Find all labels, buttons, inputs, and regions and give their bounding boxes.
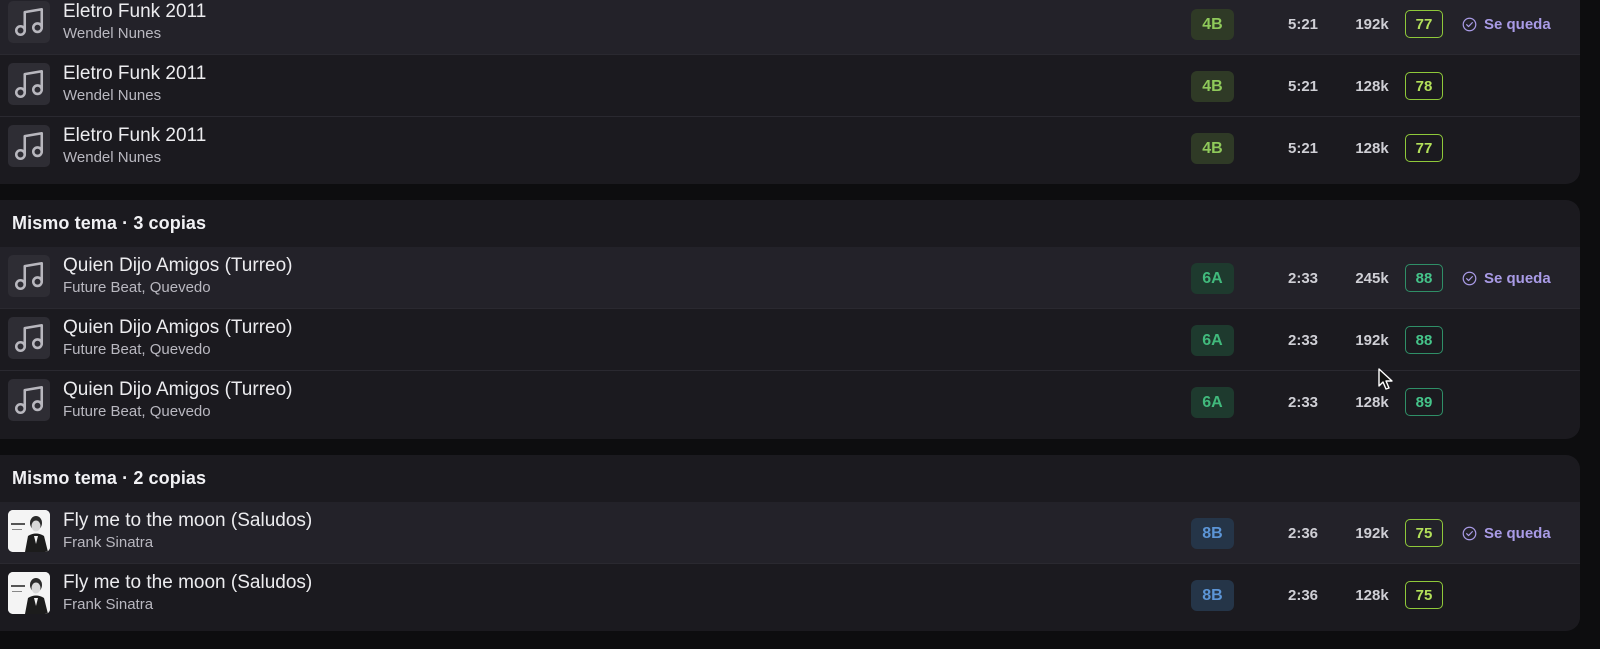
key-badge: 4B [1191,71,1234,102]
check-circle-icon [1462,526,1477,541]
keep-label: Se queda [1484,16,1551,33]
album-cover [8,572,50,614]
track-artist: Frank Sinatra [63,534,154,551]
track-row[interactable]: Eletro Funk 2011 Wendel Nunes 4B 5:21 19… [0,0,1580,55]
check-circle-icon [1462,17,1477,32]
key-badge: 4B [1191,9,1234,40]
track-title: Fly me to the moon (Saludos) [63,572,313,593]
track-row[interactable]: Eletro Funk 2011 Wendel Nunes 4B 5:21 12… [0,117,1580,179]
keep-label: Se queda [1484,525,1551,542]
track-row[interactable]: Eletro Funk 2011 Wendel Nunes 4B 5:21 12… [0,55,1580,117]
track-row[interactable]: Quien Dijo Amigos (Turreo) Future Beat, … [0,371,1580,433]
music-note-icon [8,1,50,43]
track-row[interactable]: Fly me to the moon (Saludos) Frank Sinat… [0,502,1580,564]
track-bitrate: 128k [1355,587,1389,604]
album-cover [8,510,50,552]
track-title: Eletro Funk 2011 [63,125,207,146]
key-badge: 8B [1191,580,1234,611]
track-row[interactable]: Fly me to the moon (Saludos) Frank Sinat… [0,564,1580,626]
keep-status[interactable]: Se queda [1462,518,1551,549]
music-note-icon [8,63,50,105]
music-note-icon [8,255,50,297]
track-duration: 5:21 [1287,140,1319,157]
track-title: Quien Dijo Amigos (Turreo) [63,317,293,338]
track-title: Quien Dijo Amigos (Turreo) [63,379,293,400]
keep-status[interactable]: Se queda [1462,9,1551,40]
duplicate-group: Eletro Funk 2011 Wendel Nunes 4B 5:21 19… [0,0,1580,184]
key-badge: 8B [1191,518,1234,549]
duplicate-group: Mismo tema · 3 copias Quien Dijo Amigos … [0,200,1580,439]
duplicates-view: Eletro Funk 2011 Wendel Nunes 4B 5:21 19… [0,0,1600,649]
score-badge: 88 [1405,264,1443,292]
mouse-cursor-icon [1378,368,1394,392]
track-row[interactable]: Quien Dijo Amigos (Turreo) Future Beat, … [0,309,1580,371]
track-title: Eletro Funk 2011 [63,1,207,22]
keep-status[interactable]: Se queda [1462,263,1551,294]
key-badge: 4B [1191,133,1234,164]
track-duration: 5:21 [1287,16,1319,33]
score-badge: 89 [1405,388,1443,416]
track-duration: 2:36 [1287,587,1319,604]
track-bitrate: 192k [1355,525,1389,542]
check-circle-icon [1462,271,1477,286]
track-duration: 5:21 [1287,78,1319,95]
track-bitrate: 192k [1355,16,1389,33]
score-badge: 77 [1405,134,1443,162]
score-badge: 77 [1405,10,1443,38]
track-artist: Wendel Nunes [63,149,162,166]
track-title: Fly me to the moon (Saludos) [63,510,313,531]
music-note-icon [8,317,50,359]
score-badge: 78 [1405,72,1443,100]
track-bitrate: 128k [1355,78,1389,95]
music-note-icon [8,379,50,421]
track-bitrate: 128k [1355,140,1389,157]
track-duration: 2:33 [1287,270,1319,287]
track-duration: 2:33 [1287,332,1319,349]
keep-label: Se queda [1484,270,1551,287]
track-artist: Future Beat, Quevedo [63,279,211,296]
track-artist: Future Beat, Quevedo [63,403,211,420]
track-row[interactable]: Quien Dijo Amigos (Turreo) Future Beat, … [0,247,1580,309]
key-badge: 6A [1191,325,1234,356]
group-header: Mismo tema · 3 copias [12,213,207,233]
track-artist: Wendel Nunes [63,87,162,104]
track-title: Eletro Funk 2011 [63,63,207,84]
music-note-icon [8,125,50,167]
track-duration: 2:36 [1287,525,1319,542]
track-artist: Wendel Nunes [63,25,162,42]
score-badge: 75 [1405,581,1443,609]
score-badge: 75 [1405,519,1443,547]
track-duration: 2:33 [1287,394,1319,411]
track-artist: Frank Sinatra [63,596,154,613]
key-badge: 6A [1191,387,1234,418]
track-title: Quien Dijo Amigos (Turreo) [63,255,293,276]
duplicate-group: Mismo tema · 2 copias Fly me to the moon… [0,455,1580,631]
score-badge: 88 [1405,326,1443,354]
group-header: Mismo tema · 2 copias [12,468,207,488]
track-bitrate: 245k [1355,270,1389,287]
track-artist: Future Beat, Quevedo [63,341,211,358]
key-badge: 6A [1191,263,1234,294]
track-bitrate: 192k [1355,332,1389,349]
